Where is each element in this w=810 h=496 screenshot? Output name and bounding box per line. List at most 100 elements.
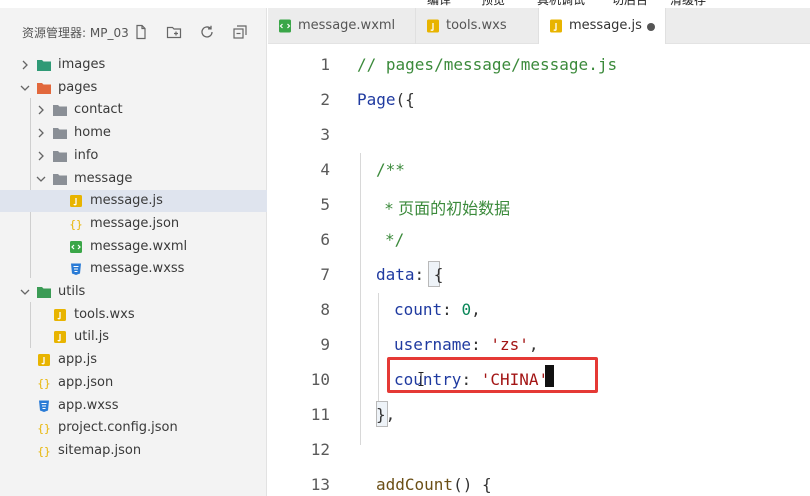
code-line-8: count: 0,: [394, 300, 481, 319]
text-cursor: [545, 365, 554, 387]
line-number: 1: [320, 55, 330, 74]
line-number: 8: [320, 300, 330, 319]
js-file-icon: [550, 19, 562, 33]
tree-item-message-json[interactable]: {} message.json: [0, 213, 267, 235]
tree-item-info[interactable]: info: [0, 145, 267, 167]
tree-item-label: message.js: [90, 193, 163, 208]
wxml-file-icon: [279, 19, 291, 33]
line-number: 2: [320, 90, 330, 109]
code-line-4: /**: [376, 160, 405, 179]
tree-item-sitemap-json[interactable]: {} sitemap.json: [0, 440, 267, 462]
svg-text:{}: {}: [37, 422, 50, 435]
line-number: 12: [310, 440, 330, 459]
line-number: 3: [320, 125, 330, 144]
tree-item-app-js[interactable]: app.js: [0, 349, 267, 371]
indent-guide: [378, 293, 379, 415]
new-file-icon[interactable]: [131, 22, 151, 42]
tab-label: message.js: [569, 18, 642, 33]
line-number: 13: [310, 475, 330, 494]
tree-item-message-wxss[interactable]: message.wxss: [0, 258, 267, 280]
chevron-down-icon[interactable]: [34, 172, 48, 186]
tree-item-home[interactable]: home: [0, 122, 267, 144]
tree-item-label: project.config.json: [58, 420, 178, 435]
js-file-icon: [68, 194, 84, 208]
menu-background[interactable]: 切后台: [612, 0, 648, 8]
menu-preview[interactable]: 预览: [481, 0, 505, 8]
tree-item-app-json[interactable]: {} app.json: [0, 372, 267, 394]
menu-clear-cache[interactable]: 清缓存: [670, 0, 706, 8]
tree-item-label: message.json: [90, 216, 180, 231]
tree-item-label: utils: [58, 284, 86, 299]
line-number: 7: [320, 265, 330, 284]
chevron-right-icon[interactable]: [34, 103, 48, 117]
tree-item-message-js[interactable]: message.js: [0, 190, 267, 212]
tab-message-js[interactable]: message.js: [539, 8, 666, 44]
tree-item-app-wxss[interactable]: app.wxss: [0, 395, 267, 417]
collapse-all-icon[interactable]: [230, 22, 250, 42]
folder-icon: [52, 149, 68, 163]
code-line-1: // pages/message/message.js: [357, 55, 618, 74]
tab-message-wxml[interactable]: message.wxml: [268, 8, 416, 44]
tree-item-utils[interactable]: utils: [0, 281, 267, 303]
tree-item-label: tools.wxs: [74, 307, 135, 322]
tree-item-label: util.js: [74, 329, 110, 344]
tree-item-message[interactable]: message: [0, 168, 267, 190]
line-number: 9: [320, 335, 330, 354]
menu-compile[interactable]: 编译: [427, 0, 451, 8]
tree-item-pages[interactable]: pages: [0, 77, 267, 99]
tree-item-label: message.wxml: [90, 239, 188, 254]
code-line-13: addCount() {: [376, 475, 492, 494]
code-line-6: */: [385, 230, 405, 249]
tree-item-tools-wxs[interactable]: tools.wxs: [0, 304, 267, 326]
top-menubar: 编译 预览 真机调试 切后台 清缓存: [0, 0, 810, 8]
js-file-icon: [427, 19, 439, 33]
chevron-down-icon[interactable]: [18, 285, 32, 299]
chevron-down-icon[interactable]: [18, 81, 32, 95]
tree-item-label: message: [74, 171, 133, 186]
new-folder-icon[interactable]: [164, 22, 184, 42]
folder-icon: [52, 172, 68, 186]
indent-guide: [360, 153, 361, 445]
tree-item-label: app.json: [58, 375, 114, 390]
tab-label: tools.wxs: [446, 18, 507, 33]
chevron-right-icon[interactable]: [34, 149, 48, 163]
folder-icon: [36, 81, 52, 95]
tree-item-label: message.wxss: [90, 261, 185, 276]
code-line-9: username: 'zs',: [394, 335, 539, 354]
tree-item-message-wxml[interactable]: message.wxml: [0, 236, 267, 258]
code-line-5: * 页面的初始数据: [385, 199, 511, 218]
tab-tools-wxs[interactable]: tools.wxs: [416, 8, 539, 44]
explorer-sidebar: 资源管理器: MP_03 images pages contact home info m…: [0, 8, 267, 496]
code-line-7: data: {: [376, 265, 444, 284]
wxml-file-icon: [68, 240, 84, 254]
tree-item-label: home: [74, 125, 111, 140]
folder-icon: [36, 58, 52, 72]
line-number: 4: [320, 160, 330, 179]
refresh-icon[interactable]: [197, 22, 217, 42]
tree-item-contact[interactable]: contact: [0, 99, 267, 121]
folder-icon: [36, 285, 52, 299]
js-file-icon: [36, 353, 52, 367]
line-number: 10: [310, 370, 330, 389]
editor-tab-bar: message.wxml tools.wxs message.js: [268, 8, 810, 44]
line-number: 11: [310, 405, 330, 424]
chevron-right-icon[interactable]: [18, 58, 32, 72]
js-file-icon: [52, 308, 68, 322]
tree-item-label: app.wxss: [58, 398, 119, 413]
chevron-right-icon[interactable]: [34, 126, 48, 140]
tree-item-util-js[interactable]: util.js: [0, 326, 267, 348]
tree-item-label: images: [58, 57, 106, 72]
unsaved-dot-icon[interactable]: [647, 23, 655, 31]
json-file-icon: {}: [36, 444, 52, 458]
menu-remote-debug[interactable]: 真机调试: [537, 0, 585, 8]
code-editor[interactable]: 1 2 3 4 5 6 7 8 9 10 11 12 13 // pages/m…: [268, 45, 810, 496]
wxss-file-icon: [36, 399, 52, 413]
tree-item-project-config-json[interactable]: {} project.config.json: [0, 417, 267, 439]
wxss-file-icon: [68, 262, 84, 276]
explorer-header: 资源管理器: MP_03: [0, 8, 267, 56]
svg-text:{}: {}: [69, 218, 82, 231]
svg-text:{}: {}: [37, 445, 50, 458]
line-number: 5: [320, 195, 330, 214]
explorer-title: 资源管理器: MP_03: [22, 26, 129, 40]
tree-item-images[interactable]: images: [0, 54, 267, 76]
